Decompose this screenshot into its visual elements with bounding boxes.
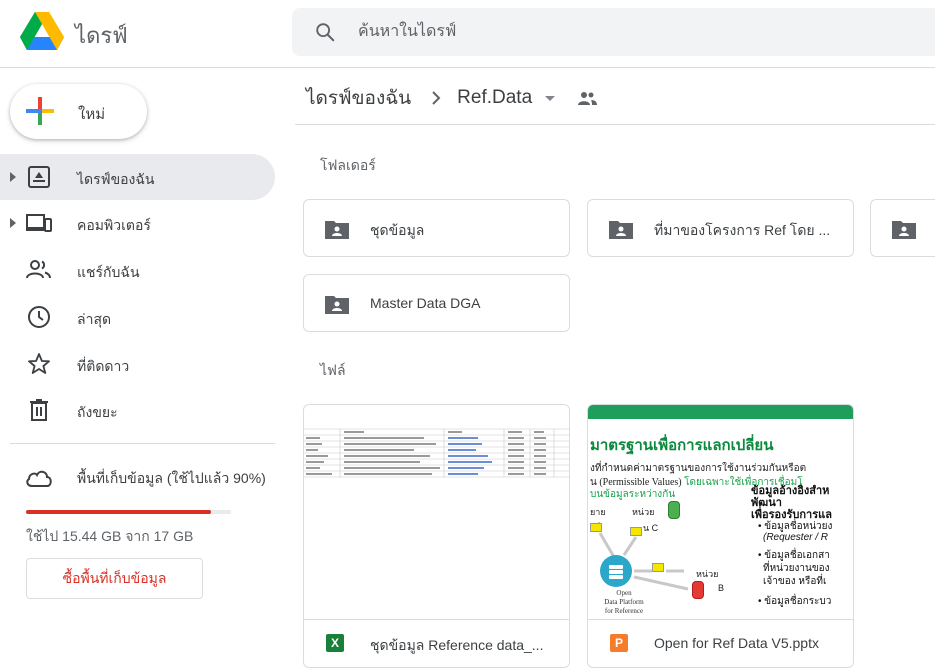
shared-folder-icon	[325, 296, 349, 314]
breadcrumb: ไดรฟ์ของฉัน Ref.Data	[306, 84, 598, 112]
main-divider	[295, 124, 935, 125]
folder-card[interactable]	[870, 199, 935, 257]
sidebar-item-label: คอมพิวเตอร์	[77, 217, 151, 233]
storage-progress-fill	[26, 510, 211, 514]
app-title[interactable]: ไดรฟ์	[75, 18, 128, 53]
plus-icon	[26, 97, 54, 125]
shared-folder-people-icon[interactable]	[576, 89, 598, 107]
expand-caret-icon[interactable]	[9, 171, 17, 183]
platform-caption-line: for Reference	[604, 607, 644, 615]
shared-folder-icon	[892, 221, 916, 239]
shared-folder-icon	[325, 221, 349, 239]
computers-icon	[26, 214, 52, 232]
folder-card[interactable]: ชุดข้อมูล	[303, 199, 570, 257]
folder-name: Master Data DGA	[370, 295, 481, 311]
folder-card[interactable]: ที่มาของโครงการ Ref โดย ...	[587, 199, 854, 257]
folder-name: ที่มาของโครงการ Ref โดย ...	[654, 222, 831, 238]
sidebar-item-recent[interactable]: ล่าสุด	[0, 294, 275, 340]
shared-with-me-icon	[26, 260, 51, 279]
platform-caption-line: Data Platform	[604, 598, 644, 606]
star-icon	[28, 353, 50, 374]
file-thumbnail	[304, 405, 569, 619]
platform-caption-line: Open	[616, 589, 632, 597]
shared-folder-icon	[609, 221, 633, 239]
folder-card[interactable]: Master Data DGA	[303, 274, 570, 332]
file-card[interactable]: X ชุดข้อมูล Reference data_...	[303, 404, 570, 668]
storage-usage-text: ใช้ไป 15.44 GB จาก 17 GB	[26, 528, 194, 544]
sidebar-item-computers[interactable]: คอมพิวเตอร์	[0, 200, 275, 246]
file-name: ชุดข้อมูล Reference data_...	[370, 637, 544, 653]
search-box[interactable]	[292, 8, 935, 56]
folder-name: ชุดข้อมูล	[370, 222, 425, 238]
new-button-label: ใหม่	[78, 106, 106, 123]
my-drive-icon	[28, 166, 50, 188]
expand-caret-icon[interactable]	[9, 217, 17, 229]
platform-caption: Open Data Platform for Reference	[596, 589, 652, 616]
sidebar-item-label: ถังขยะ	[77, 404, 118, 420]
breadcrumb-current-folder[interactable]: Ref.Data	[457, 87, 532, 109]
file-thumbnail: มาตรฐานเพื่อการแลกเปลี่ยน งที่กำหนดค่ามา…	[588, 405, 853, 619]
search-input[interactable]	[358, 20, 858, 44]
file-footer: X ชุดข้อมูล Reference data_...	[304, 619, 569, 667]
sidebar-item-label: ล่าสุด	[77, 311, 112, 327]
storage-label[interactable]: พื้นที่เก็บข้อมูล (ใช้ไปแล้ว 90%)	[77, 468, 266, 490]
top-header: ไดรฟ์	[0, 0, 935, 68]
trash-icon	[30, 399, 48, 421]
search-icon[interactable]	[314, 21, 336, 43]
sidebar-item-starred[interactable]: ที่ติดดาว	[0, 341, 275, 387]
buy-storage-button[interactable]: ซื้อพื้นที่เก็บข้อมูล	[26, 558, 203, 599]
sidebar-item-my-drive[interactable]: ไดรฟ์ของฉัน	[0, 154, 275, 200]
sidebar-item-label: ที่ติดดาว	[77, 358, 130, 374]
files-section-label: ไฟล์	[320, 362, 346, 378]
sidebar-item-trash[interactable]: ถังขยะ	[0, 387, 275, 433]
chevron-right-icon	[432, 91, 441, 105]
sidebar-item-label: ไดรฟ์ของฉัน	[77, 171, 155, 187]
file-name: Open for Ref Data V5.pptx	[654, 635, 819, 651]
folders-section-label: โฟลเดอร์	[320, 157, 376, 173]
sidebar-item-shared-with-me[interactable]: แชร์กับฉัน	[0, 247, 275, 293]
file-footer: P Open for Ref Data V5.pptx	[588, 619, 853, 667]
breadcrumb-my-drive[interactable]: ไดรฟ์ของฉัน	[306, 83, 411, 113]
sidebar-divider	[10, 443, 275, 444]
cloud-storage-icon	[26, 470, 52, 487]
cloud-platform-icon	[600, 555, 632, 587]
new-button[interactable]: ใหม่	[10, 84, 147, 139]
file-card[interactable]: มาตรฐานเพื่อการแลกเปลี่ยน งที่กำหนดค่ามา…	[587, 404, 854, 668]
google-drive-logo-icon[interactable]	[20, 12, 64, 50]
recent-clock-icon	[28, 306, 50, 328]
sheets-file-icon: X	[326, 634, 344, 652]
spreadsheet-preview-icon	[304, 427, 569, 487]
storage-progress-bar	[26, 510, 231, 514]
chevron-down-icon[interactable]	[542, 90, 558, 106]
sidebar-item-label: แชร์กับฉัน	[77, 264, 140, 280]
slides-file-icon: P	[610, 634, 628, 652]
